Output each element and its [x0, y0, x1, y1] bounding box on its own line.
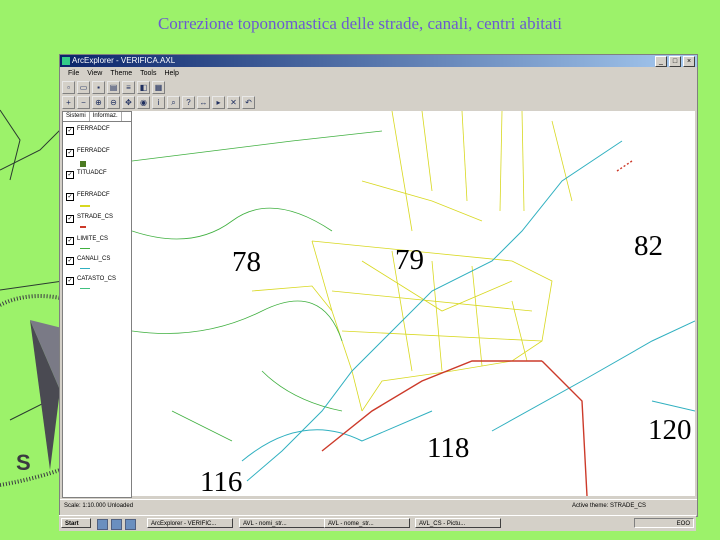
- title-bar[interactable]: ArcExplorer - VERIFICA.AXL _ □ ×: [60, 55, 697, 67]
- layer-checkbox[interactable]: ✓: [66, 193, 74, 201]
- measure-icon[interactable]: ↔: [197, 95, 210, 109]
- layer-item[interactable]: ✓ FERRADCF: [66, 148, 128, 158]
- toolbar-standard: ▫ ▭ ▪ ▤ ≡ ◧ ▦: [62, 80, 165, 94]
- layer-item[interactable]: ✓ FERRADCF: [66, 192, 128, 202]
- pan-icon[interactable]: ✥: [122, 95, 135, 109]
- maximize-button[interactable]: □: [669, 56, 681, 67]
- menu-help[interactable]: Help: [164, 68, 178, 79]
- task-avl-nome-str[interactable]: AVL - nome_str...: [324, 518, 410, 528]
- layer-item[interactable]: ✓ LIMITE_CS: [66, 236, 128, 246]
- menu-file[interactable]: File: [68, 68, 79, 79]
- clear-icon[interactable]: ✕: [227, 95, 240, 109]
- task-avl-nomi-str[interactable]: AVL - nomi_str...: [239, 518, 325, 528]
- layer-name: FERRADCF: [77, 192, 110, 198]
- find-icon[interactable]: ⌕: [167, 95, 180, 109]
- layer-name: FERRADCF: [77, 148, 110, 154]
- menu-theme[interactable]: Theme: [110, 68, 132, 79]
- layer-name: CATASTO_CS: [77, 276, 117, 282]
- print-icon[interactable]: ▤: [107, 80, 120, 94]
- layer-symbol: [80, 226, 86, 228]
- task-arcexplorer[interactable]: ArcExplorer - VERIFIC...: [147, 518, 233, 528]
- table-icon[interactable]: ▦: [152, 80, 165, 94]
- select-icon[interactable]: ▸: [212, 95, 225, 109]
- query-icon[interactable]: ?: [182, 95, 195, 109]
- layer-item[interactable]: ✓ CATASTO_CS: [66, 276, 128, 286]
- layer-symbol: [80, 205, 90, 207]
- status-active-theme: Active theme: STRADE_CS: [572, 503, 647, 509]
- layer-checkbox[interactable]: ✓: [66, 257, 74, 265]
- map-sheet-label: 118: [427, 432, 470, 464]
- layer-symbol: [80, 288, 90, 289]
- save-icon[interactable]: ▪: [92, 80, 105, 94]
- layer-item[interactable]: ✓ STRADE_CS: [66, 214, 128, 224]
- layer-checkbox[interactable]: ✓: [66, 237, 74, 245]
- layer-symbol: [80, 161, 86, 167]
- map-view[interactable]: [132, 111, 695, 496]
- layer-checkbox[interactable]: ✓: [66, 127, 74, 135]
- properties-icon[interactable]: ◧: [137, 80, 150, 94]
- remove-layer-icon[interactable]: −: [77, 95, 90, 109]
- map-sheet-label: 120: [648, 414, 692, 446]
- map-sheet-label: 116: [200, 466, 243, 498]
- menu-tools[interactable]: Tools: [140, 68, 156, 79]
- layer-name: CANALI_CS: [77, 256, 111, 262]
- toolbar-tools: + − ⊕ ⊖ ✥ ◉ i ⌕ ? ↔ ▸ ✕ ↶: [62, 95, 255, 109]
- previous-icon[interactable]: ↶: [242, 95, 255, 109]
- start-button[interactable]: Start: [61, 518, 91, 528]
- layer-symbol: [80, 268, 90, 269]
- status-scale: Scale: 1:10.000 Unloaded: [64, 503, 134, 509]
- arcexplorer-window: ArcExplorer - VERIFICA.AXL _ □ × File Vi…: [59, 54, 698, 517]
- new-icon[interactable]: ▫: [62, 80, 75, 94]
- open-icon[interactable]: ▭: [77, 80, 90, 94]
- close-button[interactable]: ×: [683, 56, 695, 67]
- layer-name: STRADE_CS: [77, 214, 114, 220]
- layer-item[interactable]: ✓ TITUADCF: [66, 170, 128, 180]
- layer-name: TITUADCF: [77, 170, 107, 176]
- identify-icon[interactable]: i: [152, 95, 165, 109]
- layer-symbol: [80, 248, 90, 249]
- slide-title: Correzione toponomastica delle strade, c…: [157, 14, 563, 33]
- menu-view[interactable]: View: [87, 68, 102, 79]
- quick-launch-icon[interactable]: [97, 519, 108, 530]
- quick-launch: [97, 519, 136, 530]
- tab-sistemi[interactable]: Sistemi: [63, 112, 90, 121]
- map-sheet-label: 79: [395, 244, 424, 276]
- zoom-in-icon[interactable]: ⊕: [92, 95, 105, 109]
- layer-item[interactable]: ✓ CANALI_CS: [66, 256, 128, 266]
- layer-checkbox[interactable]: ✓: [66, 277, 74, 285]
- window-title: ArcExplorer - VERIFICA.AXL: [72, 56, 176, 65]
- map-sheet-label: 82: [634, 230, 663, 262]
- layer-name: FERRADCF: [77, 126, 110, 132]
- map-sheet-label: 78: [232, 246, 261, 278]
- layer-checkbox[interactable]: ✓: [66, 149, 74, 157]
- minimize-button[interactable]: _: [655, 56, 667, 67]
- system-clock: EOO: [634, 518, 694, 528]
- app-icon: [62, 57, 70, 65]
- task-avl-cs-picture[interactable]: AVL_CS - Pictu...: [415, 518, 501, 528]
- layers-icon[interactable]: ≡: [122, 80, 135, 94]
- tab-informazioni[interactable]: Informaz.: [90, 112, 122, 121]
- quick-launch-icon[interactable]: [125, 519, 136, 530]
- layer-list: Sistemi Informaz. ✓ FERRADCF ✓ FERRADCF …: [62, 111, 132, 498]
- add-layer-icon[interactable]: +: [62, 95, 75, 109]
- layer-item[interactable]: ✓ FERRADCF: [66, 126, 128, 136]
- quick-launch-icon[interactable]: [111, 519, 122, 530]
- zoom-out-icon[interactable]: ⊖: [107, 95, 120, 109]
- taskbar: Start ArcExplorer - VERIFIC... AVL - nom…: [59, 515, 696, 531]
- layer-name: LIMITE_CS: [77, 236, 109, 242]
- layer-checkbox[interactable]: ✓: [66, 171, 74, 179]
- svg-text:S: S: [16, 450, 31, 475]
- layer-checkbox[interactable]: ✓: [66, 215, 74, 223]
- status-bar: Scale: 1:10.000 Unloaded Active theme: S…: [60, 499, 697, 512]
- map-canvas[interactable]: [132, 111, 695, 496]
- menu-bar: File View Theme Tools Help: [60, 68, 697, 79]
- full-extent-icon[interactable]: ◉: [137, 95, 150, 109]
